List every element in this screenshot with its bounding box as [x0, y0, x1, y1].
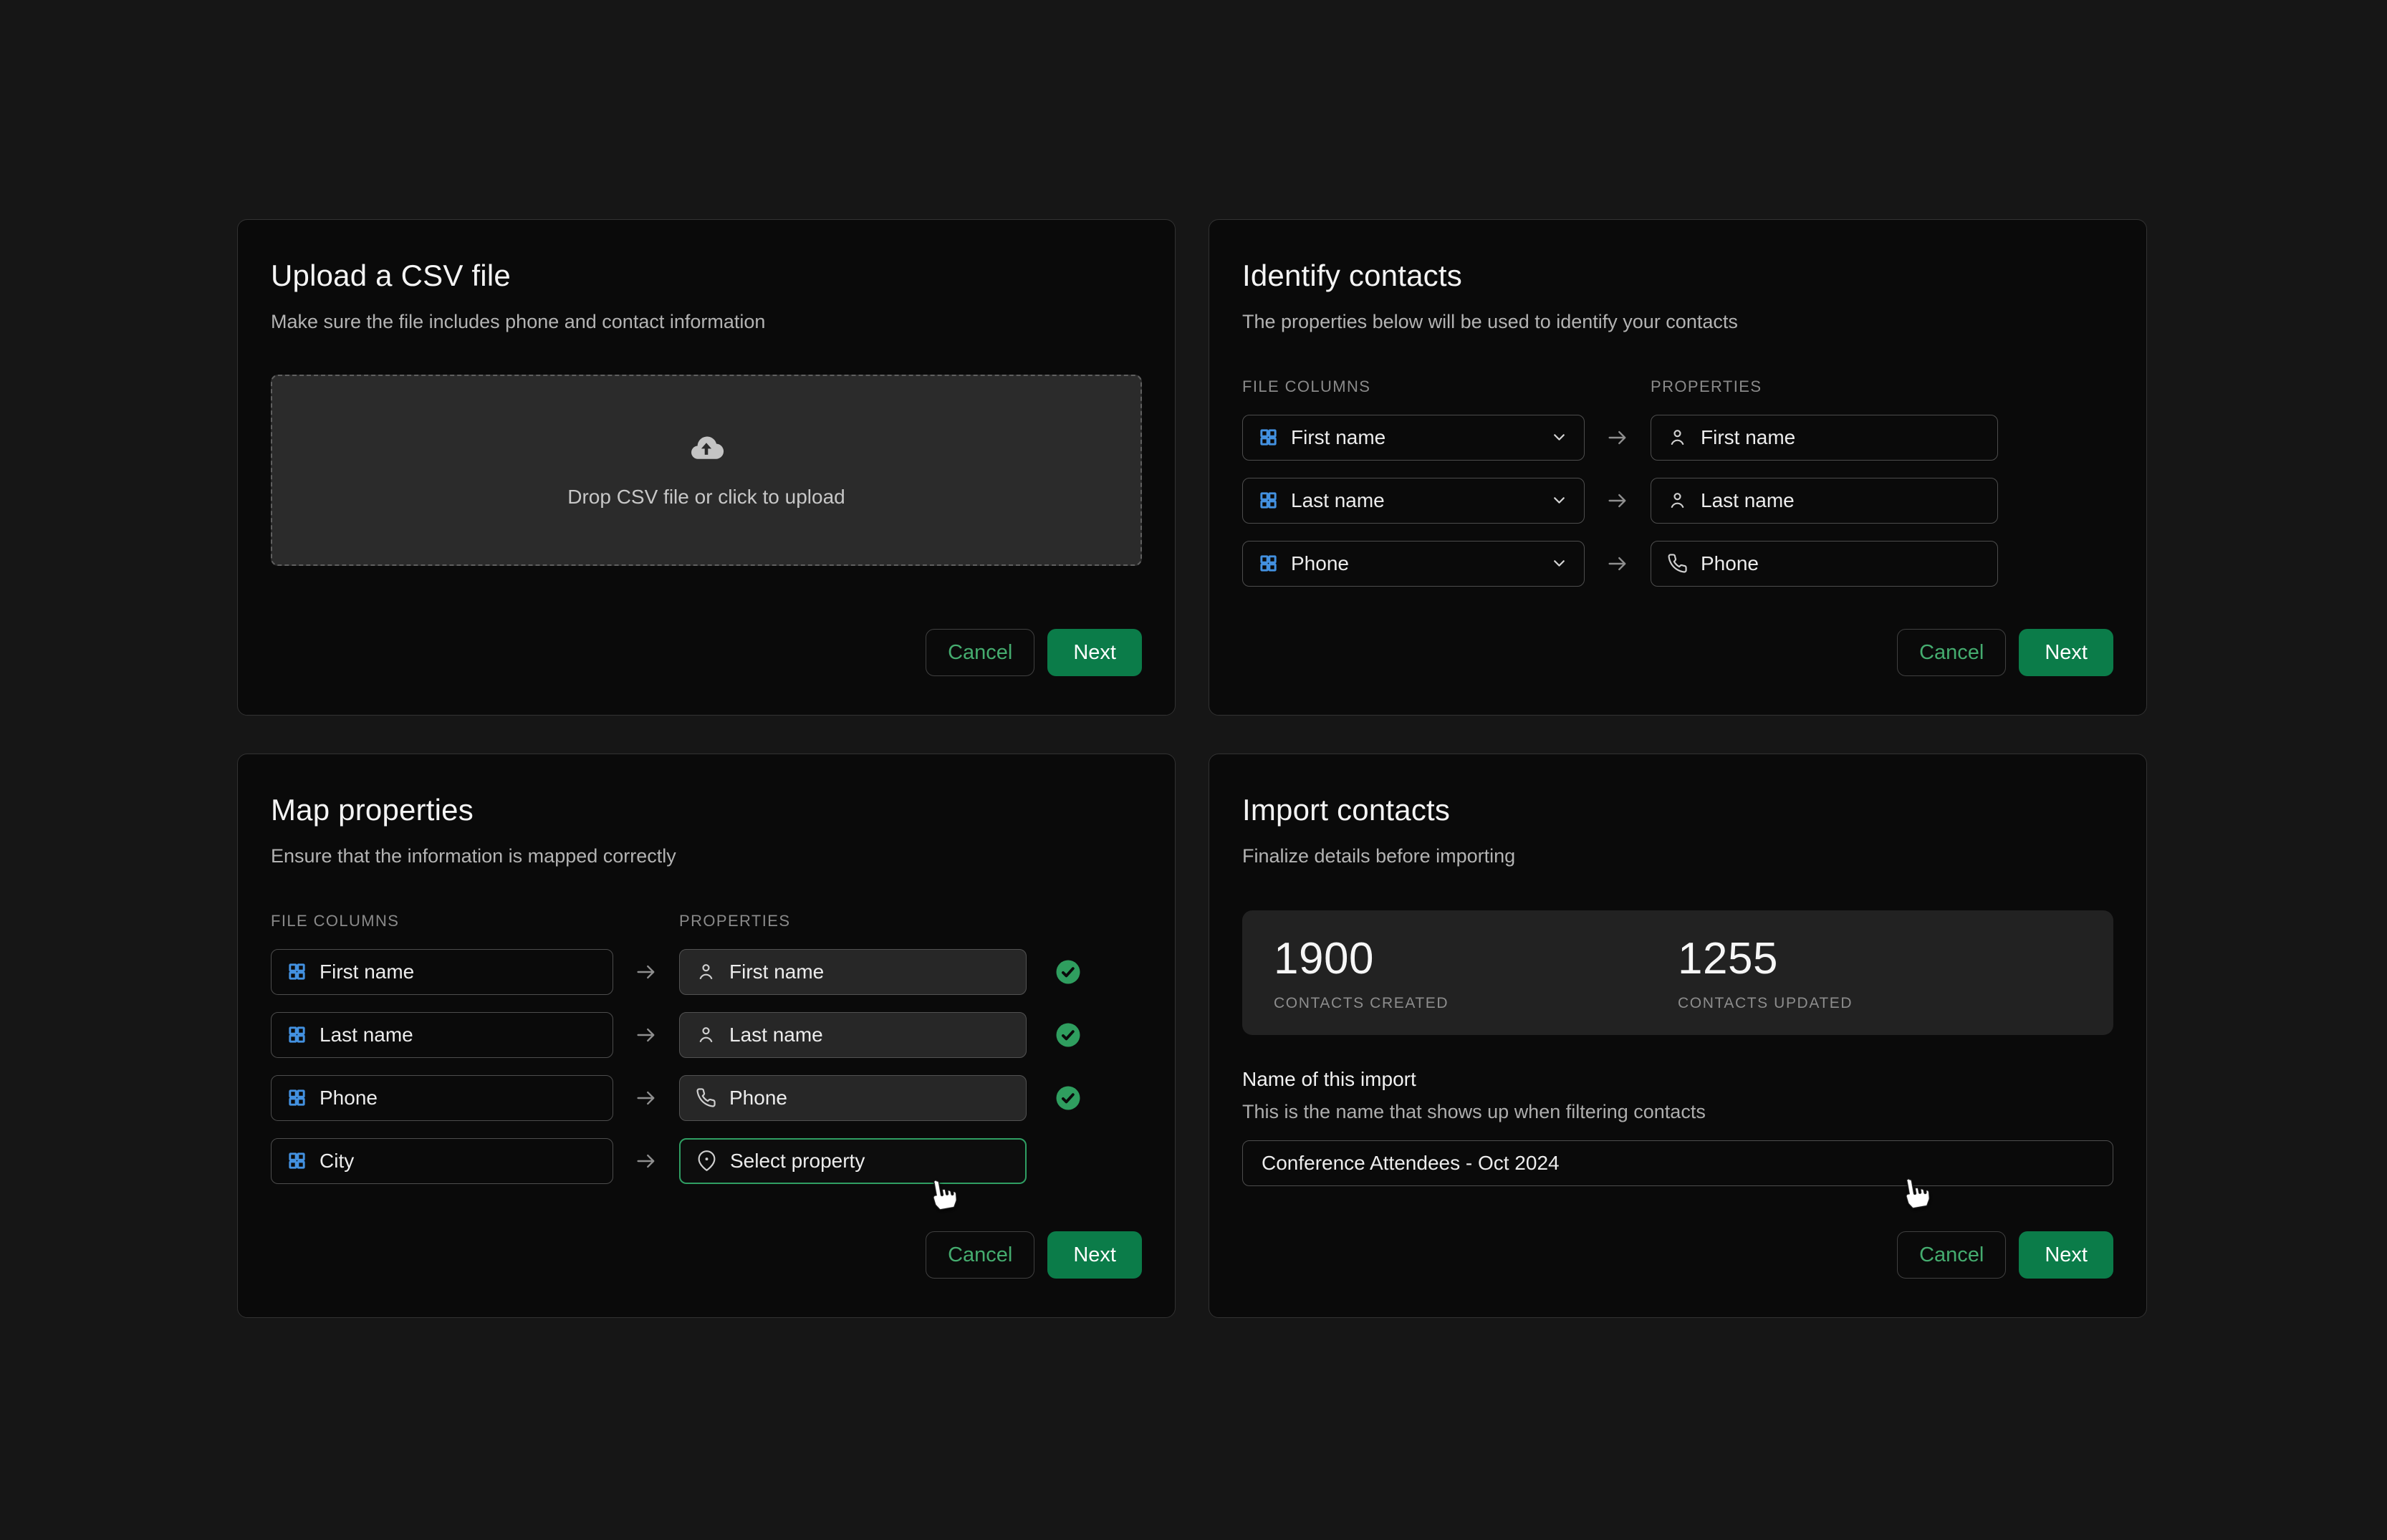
arrow-right-icon [1605, 489, 1630, 513]
cancel-button[interactable]: Cancel [1897, 1231, 2006, 1279]
file-column-value: Phone [320, 1087, 378, 1110]
person-icon [1667, 490, 1688, 511]
chevron-down-icon [1550, 491, 1568, 509]
arrow-right-icon [634, 960, 658, 984]
page-title: Identify contacts [1242, 257, 2113, 295]
map-properties-panel: Map properties Ensure that the informati… [237, 754, 1176, 1318]
file-column-value: First name [320, 961, 414, 983]
next-button[interactable]: Next [1047, 629, 1142, 676]
arrow-right-icon [1605, 552, 1630, 576]
panel-footer: Cancel Next [1242, 1231, 2113, 1279]
dropzone-label: Drop CSV file or click to upload [567, 486, 845, 509]
arrow-right-icon [1605, 425, 1630, 450]
property-field-phone[interactable]: Phone [1651, 541, 1998, 587]
stat-value: 1900 [1274, 935, 1678, 983]
grid-icon [287, 1088, 307, 1107]
property-value: Phone [729, 1087, 787, 1110]
import-contacts-panel: Import contacts Finalize details before … [1209, 754, 2147, 1318]
property-value: Phone [1701, 552, 1759, 575]
file-column-value: Last name [320, 1024, 413, 1046]
page-title: Upload a CSV file [271, 257, 1142, 295]
cancel-button[interactable]: Cancel [926, 1231, 1034, 1279]
stat-value: 1255 [1678, 935, 2082, 983]
property-value: First name [1701, 426, 1795, 449]
property-field-first-name[interactable]: First name [679, 949, 1027, 995]
grid-icon [1259, 428, 1278, 447]
identify-mapping-grid: FILE COLUMNS PROPERTIES First name First… [1242, 377, 2113, 587]
check-circle-icon [1055, 1022, 1081, 1048]
file-column-value: First name [1291, 426, 1385, 449]
property-field-last-name[interactable]: Last name [1651, 478, 1998, 524]
chevron-down-icon [1550, 428, 1568, 446]
check-circle-icon [1055, 959, 1081, 985]
file-column-select-phone[interactable]: Phone [1242, 541, 1585, 587]
grid-icon [1259, 491, 1278, 510]
file-column-select-last-name[interactable]: Last name [1242, 478, 1585, 524]
panel-footer: Cancel Next [271, 1231, 1142, 1279]
file-column-value: Phone [1291, 552, 1349, 575]
grid-icon [287, 962, 307, 981]
import-name-help: This is the name that shows up when filt… [1242, 1101, 2113, 1123]
next-button[interactable]: Next [1047, 1231, 1142, 1279]
csv-dropzone[interactable]: Drop CSV file or click to upload [271, 375, 1142, 566]
property-field-first-name[interactable]: First name [1651, 415, 1998, 461]
file-column-city[interactable]: City [271, 1138, 613, 1184]
person-icon [1667, 427, 1688, 448]
file-column-select-first-name[interactable]: First name [1242, 415, 1585, 461]
location-pin-icon [696, 1150, 717, 1171]
next-button[interactable]: Next [2019, 629, 2113, 676]
panel-subtitle: Finalize details before importing [1242, 844, 2113, 869]
panel-subtitle: Ensure that the information is mapped co… [271, 844, 1142, 869]
grid-icon [287, 1151, 307, 1170]
stat-contacts-updated: 1255 CONTACTS UPDATED [1678, 935, 2082, 1012]
import-name-input[interactable] [1242, 1140, 2113, 1186]
file-column-value: City [320, 1150, 354, 1173]
panel-subtitle: Make sure the file includes phone and co… [271, 309, 1142, 335]
phone-icon [696, 1087, 716, 1108]
file-columns-header: FILE COLUMNS [271, 912, 613, 932]
upload-csv-panel: Upload a CSV file Make sure the file inc… [237, 219, 1176, 716]
grid-icon [1259, 554, 1278, 573]
identify-contacts-panel: Identify contacts The properties below w… [1209, 219, 2147, 716]
property-field-last-name[interactable]: Last name [679, 1012, 1027, 1058]
import-wizard-grid: Upload a CSV file Make sure the file inc… [237, 219, 2147, 1318]
panel-footer: Cancel Next [1242, 629, 2113, 676]
phone-icon [1667, 553, 1688, 574]
properties-header: PROPERTIES [1651, 377, 1998, 398]
property-value: Last name [1701, 489, 1795, 512]
file-columns-header: FILE COLUMNS [1242, 377, 1585, 398]
file-column-first-name[interactable]: First name [271, 949, 613, 995]
file-column-last-name[interactable]: Last name [271, 1012, 613, 1058]
file-column-value: Last name [1291, 489, 1385, 512]
page-title: Import contacts [1242, 791, 2113, 829]
property-select-placeholder: Select property [730, 1150, 865, 1173]
person-icon [696, 961, 716, 982]
stat-label: CONTACTS UPDATED [1678, 995, 2082, 1012]
import-name-label: Name of this import [1242, 1068, 2113, 1091]
stat-contacts-created: 1900 CONTACTS CREATED [1274, 935, 1678, 1012]
check-circle-icon [1055, 1085, 1081, 1111]
panel-footer: Cancel Next [271, 629, 1142, 676]
stat-label: CONTACTS CREATED [1274, 995, 1678, 1012]
next-button[interactable]: Next [2019, 1231, 2113, 1279]
panel-subtitle: The properties below will be used to ide… [1242, 309, 2113, 335]
import-stats-card: 1900 CONTACTS CREATED 1255 CONTACTS UPDA… [1242, 910, 2113, 1035]
arrow-right-icon [634, 1149, 658, 1173]
grid-icon [287, 1025, 307, 1044]
arrow-right-icon [634, 1023, 658, 1047]
properties-header: PROPERTIES [679, 912, 1027, 932]
property-value: Last name [729, 1024, 823, 1046]
property-select-city[interactable]: Select property [679, 1138, 1027, 1184]
property-field-phone[interactable]: Phone [679, 1075, 1027, 1121]
property-value: First name [729, 961, 824, 983]
chevron-down-icon [1550, 554, 1568, 572]
arrow-right-icon [634, 1086, 658, 1110]
file-column-phone[interactable]: Phone [271, 1075, 613, 1121]
map-mapping-grid: FILE COLUMNS PROPERTIES First name First… [271, 912, 1142, 1184]
cancel-button[interactable]: Cancel [1897, 629, 2006, 676]
page-title: Map properties [271, 791, 1142, 829]
cancel-button[interactable]: Cancel [926, 629, 1034, 676]
cloud-upload-icon [688, 431, 724, 467]
person-icon [696, 1024, 716, 1045]
